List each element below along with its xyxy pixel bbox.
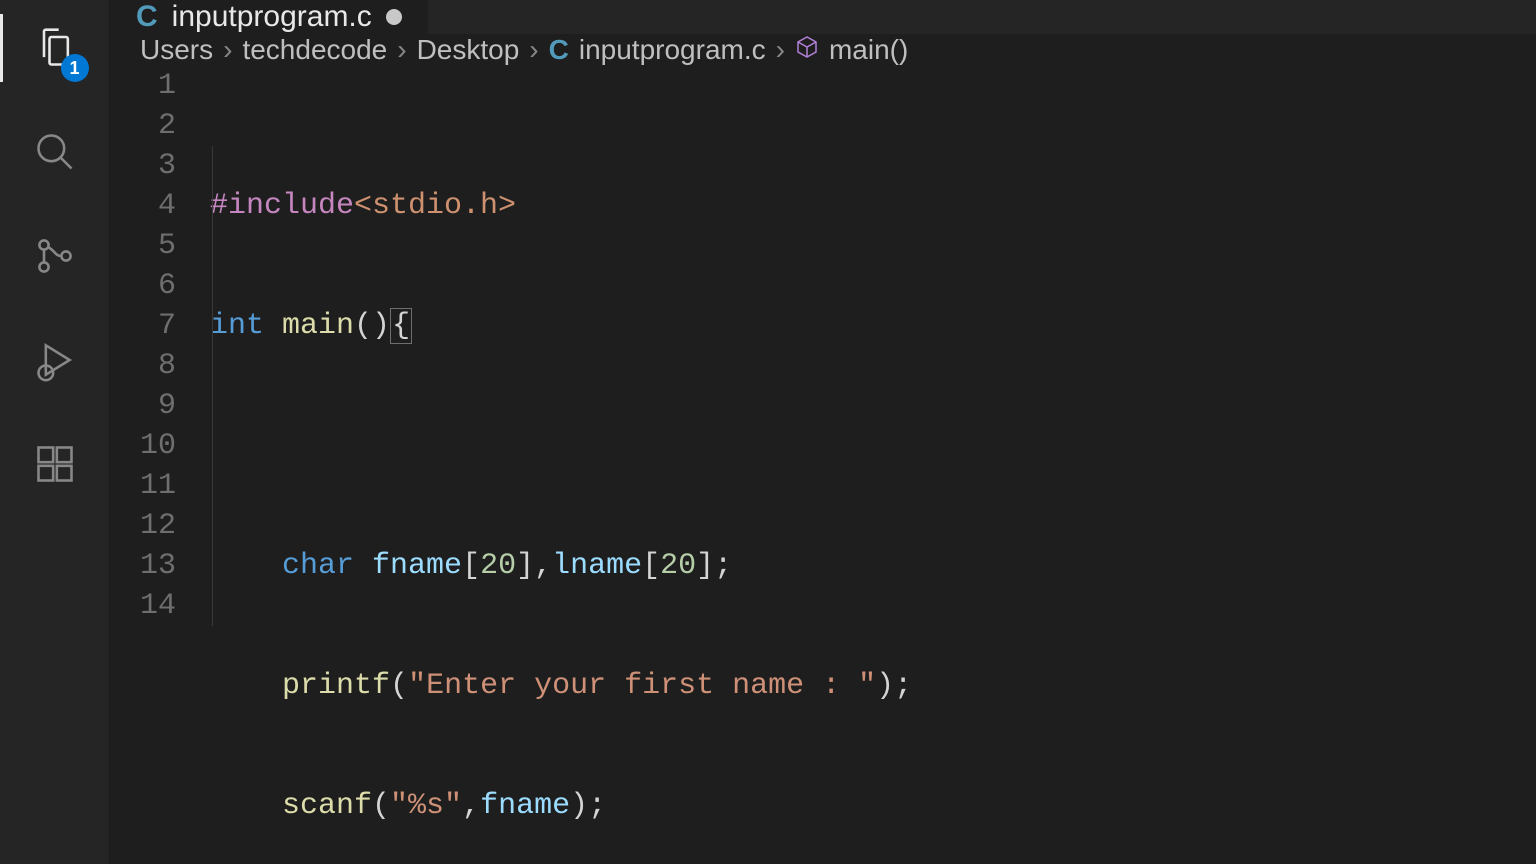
- code-line: printf("Enter your first name : ");: [210, 666, 1536, 706]
- line-number: 12: [110, 506, 176, 546]
- tab-filename: inputprogram.c: [172, 0, 372, 34]
- indent-guide: [212, 146, 213, 626]
- activity-bar: 1: [0, 0, 110, 864]
- code-line: int main(){: [210, 306, 1536, 346]
- breadcrumb-symbol-main[interactable]: main(): [795, 34, 908, 66]
- tab-bar: C inputprogram.c: [110, 0, 1536, 34]
- line-number: 6: [110, 266, 176, 306]
- line-number: 3: [110, 146, 176, 186]
- line-number: 8: [110, 346, 176, 386]
- line-number-gutter: 1 2 3 4 5 6 7 8 9 10 11 12 13 14: [110, 66, 210, 864]
- line-number: 13: [110, 546, 176, 586]
- dirty-indicator-icon: [386, 9, 402, 25]
- line-number: 1: [110, 66, 176, 106]
- breadcrumb: Users › techdecode › Desktop › C inputpr…: [110, 34, 1536, 66]
- explorer-badge: 1: [61, 54, 89, 82]
- source-control-icon[interactable]: [27, 228, 83, 284]
- chevron-right-icon: ›: [397, 34, 406, 66]
- code-content[interactable]: #include<stdio.h> int main(){ char fname…: [210, 66, 1536, 864]
- explorer-icon[interactable]: 1: [27, 20, 83, 76]
- symbol-method-icon: [795, 34, 819, 66]
- breadcrumb-users[interactable]: Users: [140, 34, 213, 66]
- code-line: char fname[20],lname[20];: [210, 546, 1536, 586]
- c-lang-icon: C: [136, 0, 158, 34]
- chevron-right-icon: ›: [776, 34, 785, 66]
- line-number: 9: [110, 386, 176, 426]
- code-editor[interactable]: 1 2 3 4 5 6 7 8 9 10 11 12 13 14 #includ…: [110, 66, 1536, 864]
- line-number: 4: [110, 186, 176, 226]
- breadcrumb-desktop[interactable]: Desktop: [417, 34, 520, 66]
- c-lang-icon: C: [549, 34, 569, 66]
- line-number: 5: [110, 226, 176, 266]
- chevron-right-icon: ›: [223, 34, 232, 66]
- extensions-icon[interactable]: [27, 436, 83, 492]
- code-line: [210, 426, 1536, 466]
- breadcrumb-file[interactable]: C inputprogram.c: [549, 34, 766, 66]
- search-icon[interactable]: [27, 124, 83, 180]
- breadcrumb-techdecode[interactable]: techdecode: [242, 34, 387, 66]
- line-number: 14: [110, 586, 176, 626]
- line-number: 7: [110, 306, 176, 346]
- line-number: 2: [110, 106, 176, 146]
- editor-area: C inputprogram.c Users › techdecode › De…: [110, 0, 1536, 864]
- vscode-window: 1 C inputprogram.c Users › techdec: [0, 0, 1536, 864]
- tab-inputprogram[interactable]: C inputprogram.c: [110, 0, 428, 34]
- run-debug-icon[interactable]: [27, 332, 83, 388]
- code-line: scanf("%s",fname);: [210, 786, 1536, 826]
- code-line: #include<stdio.h>: [210, 186, 1536, 226]
- line-number: 10: [110, 426, 176, 466]
- chevron-right-icon: ›: [529, 34, 538, 66]
- line-number: 11: [110, 466, 176, 506]
